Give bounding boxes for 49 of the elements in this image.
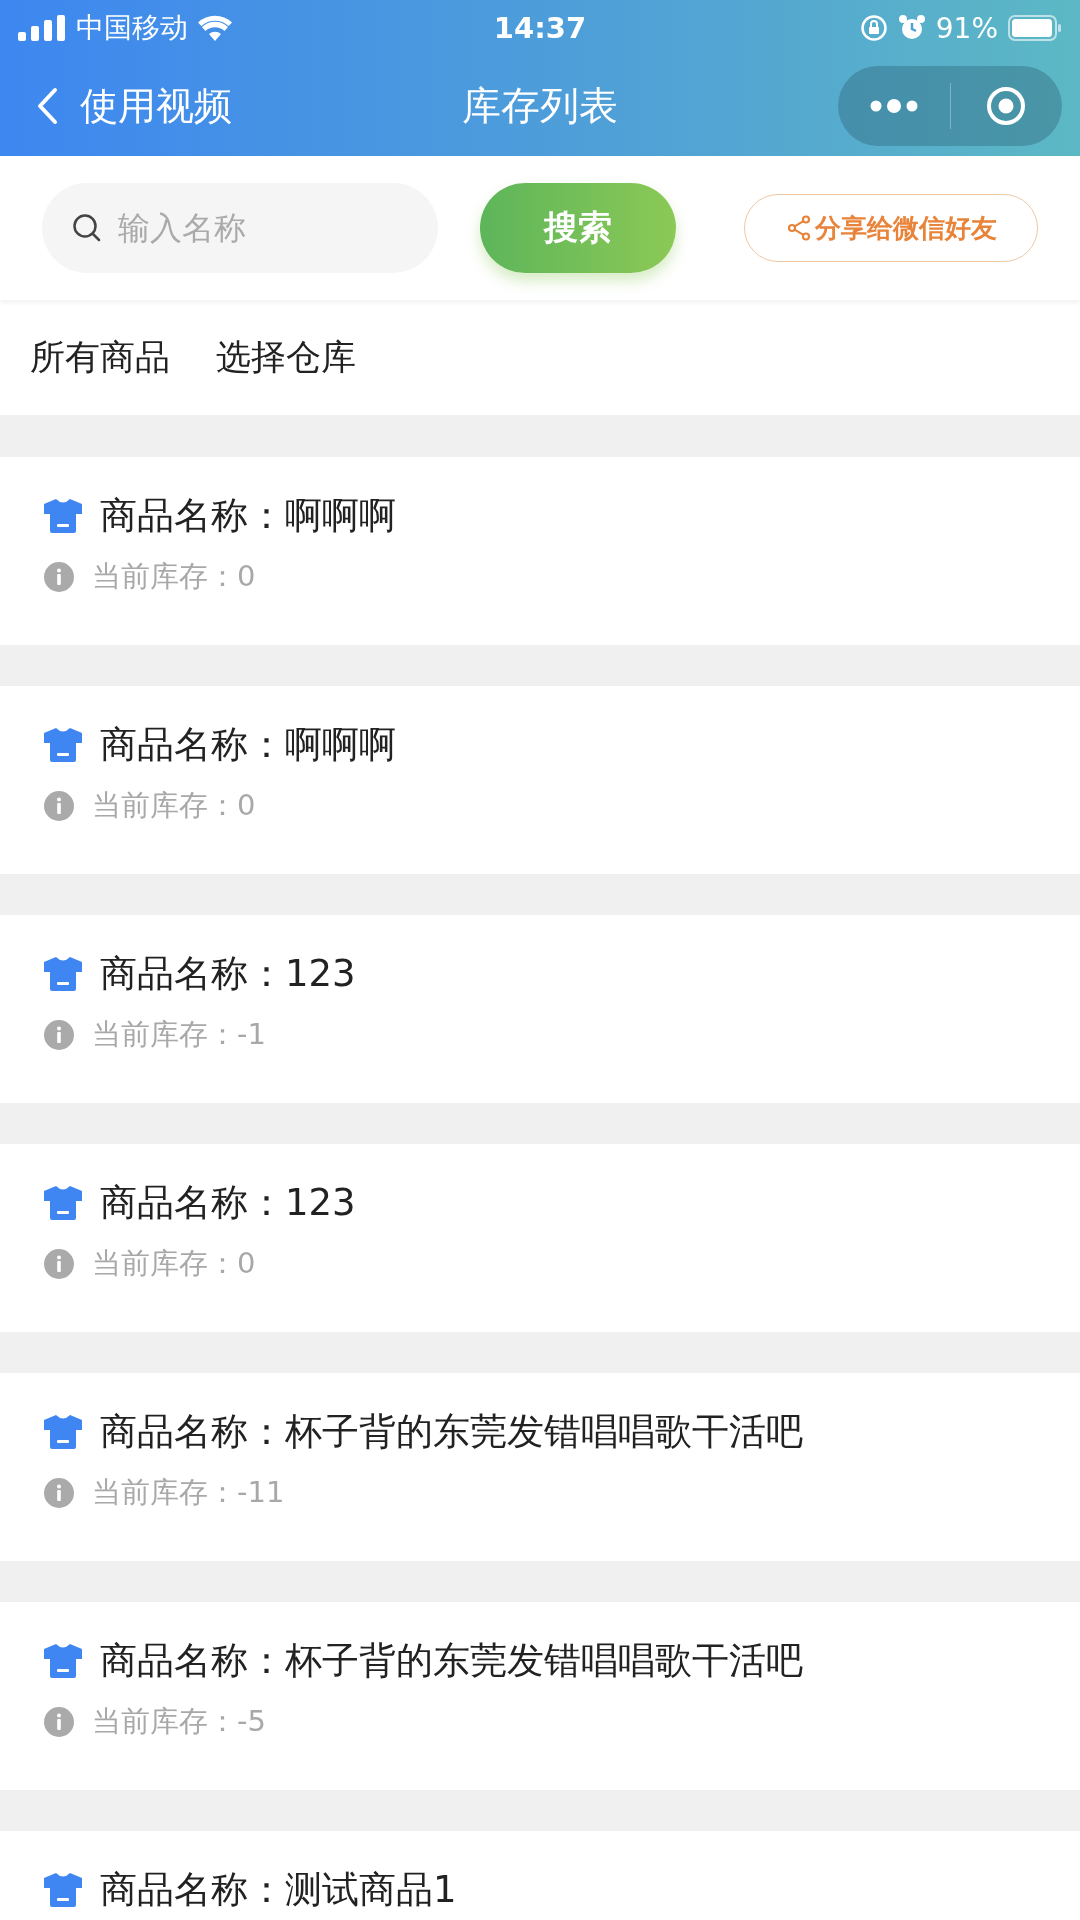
tshirt-icon — [44, 957, 82, 991]
alarm-icon — [897, 14, 926, 42]
filter-tab[interactable]: 选择仓库 — [216, 334, 356, 381]
tshirt-icon — [44, 1415, 82, 1449]
info-icon — [44, 1707, 74, 1737]
tshirt-icon — [44, 1186, 82, 1220]
product-card[interactable]: 商品名称：测试商品1 — [0, 1831, 1080, 1920]
product-card[interactable]: 商品名称：杯子背的东莞发错唱唱歌干活吧 当前库存：-11 — [0, 1373, 1080, 1561]
tshirt-icon — [44, 1644, 82, 1678]
product-name: 商品名称：123 — [100, 1180, 356, 1226]
tshirt-icon — [44, 1873, 82, 1907]
wifi-icon — [198, 15, 232, 41]
product-card[interactable]: 商品名称：123 当前库存：0 — [0, 1144, 1080, 1332]
product-card[interactable]: 商品名称：啊啊啊 当前库存：0 — [0, 457, 1080, 645]
info-icon — [44, 1020, 74, 1050]
product-card[interactable]: 商品名称：杯子背的东莞发错唱唱歌干活吧 当前库存：-5 — [0, 1602, 1080, 1790]
product-name: 商品名称：杯子背的东莞发错唱唱歌干活吧 — [100, 1409, 803, 1455]
stock-text: 当前库存：-1 — [92, 1016, 266, 1053]
back-icon — [36, 87, 58, 125]
battery-percent: 91% — [935, 11, 998, 45]
more-icon[interactable] — [868, 99, 919, 113]
product-name: 商品名称：杯子背的东莞发错唱唱歌干活吧 — [100, 1638, 803, 1684]
info-icon — [44, 791, 74, 821]
tshirt-icon — [44, 499, 82, 533]
product-name: 商品名称：123 — [100, 951, 356, 997]
search-field[interactable]: 输入名称 — [42, 183, 438, 273]
product-name: 商品名称：测试商品1 — [100, 1867, 457, 1913]
stock-text: 当前库存：-11 — [92, 1474, 285, 1511]
clock-time: 14:37 — [493, 11, 587, 45]
page-title: 库存列表 — [462, 83, 618, 128]
info-icon — [44, 1478, 74, 1508]
rotation-lock-icon — [859, 14, 888, 42]
signal-icon — [18, 15, 66, 41]
carrier-name: 中国移动 — [76, 10, 188, 46]
product-name: 商品名称：啊啊啊 — [100, 493, 396, 539]
tshirt-icon — [44, 728, 82, 762]
stock-text: 当前库存：0 — [92, 1245, 256, 1282]
info-icon — [44, 1249, 74, 1279]
search-icon — [72, 213, 102, 243]
filter-tab[interactable]: 所有商品 — [30, 334, 170, 381]
product-card[interactable]: 商品名称：123 当前库存：-1 — [0, 915, 1080, 1103]
product-card[interactable]: 商品名称：啊啊啊 当前库存：0 — [0, 686, 1080, 874]
product-name: 商品名称：啊啊啊 — [100, 722, 396, 768]
stock-text: 当前库存：0 — [92, 787, 256, 824]
battery-icon — [1008, 15, 1062, 41]
share-icon — [787, 215, 811, 241]
info-icon — [44, 562, 74, 592]
stock-text: 当前库存：-5 — [92, 1703, 266, 1740]
stock-text: 当前库存：0 — [92, 558, 256, 595]
